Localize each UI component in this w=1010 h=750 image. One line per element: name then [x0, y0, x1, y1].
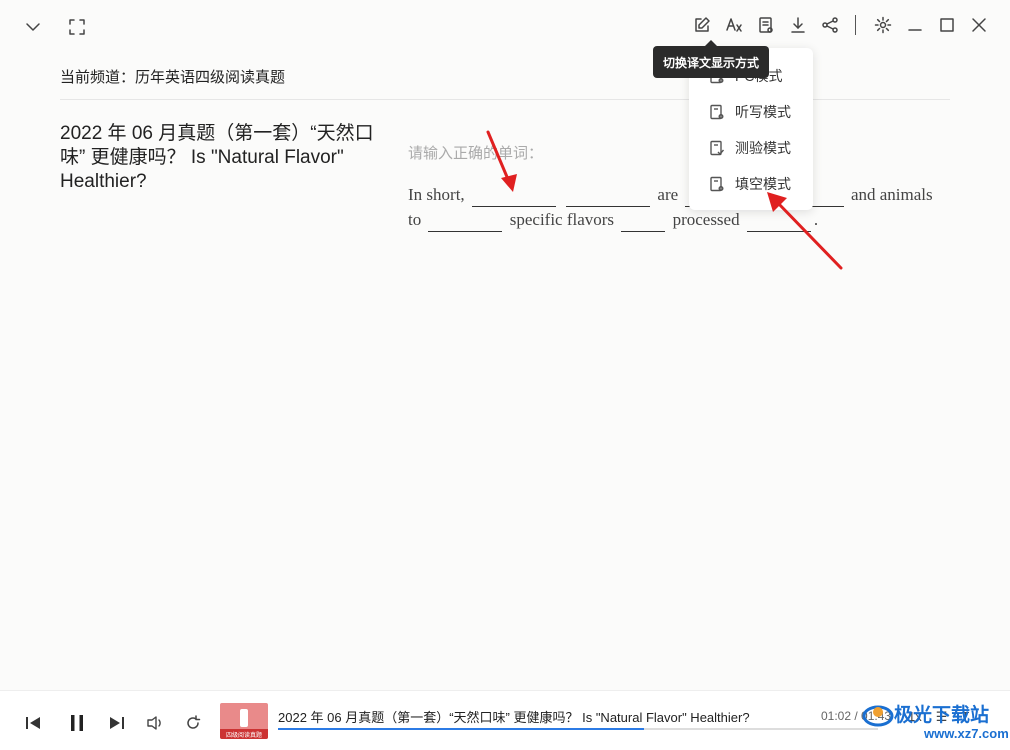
tooltip: 切换译文显示方式 [653, 40, 769, 78]
chevron-down-icon [26, 23, 40, 31]
collapse-button[interactable] [20, 14, 46, 40]
current-channel: 当前频道：历年英语四级阅读真题 [60, 69, 286, 86]
title-bar [0, 0, 1010, 50]
blank-input[interactable] [746, 212, 811, 232]
share-button[interactable] [817, 12, 843, 38]
close-icon [972, 18, 986, 32]
fullscreen-button[interactable] [64, 14, 90, 40]
menu-item-label: 测验模式 [735, 140, 791, 156]
skip-next-icon [110, 717, 124, 729]
volume-button[interactable] [142, 710, 168, 736]
maximize-button[interactable] [934, 12, 960, 38]
gear-icon [874, 16, 892, 34]
thumbnail-figure [240, 709, 248, 727]
pause-button[interactable] [64, 710, 90, 736]
doc-check-icon [710, 140, 725, 156]
mode-button[interactable] [753, 12, 779, 38]
menu-item-quiz-mode[interactable]: 测验模式 [689, 130, 813, 166]
header-divider [60, 99, 950, 100]
download-button[interactable] [785, 12, 811, 38]
mode-icon [759, 17, 773, 33]
edit-icon [695, 17, 710, 32]
menu-item-label: 听写模式 [735, 104, 791, 120]
close-button[interactable] [966, 12, 992, 38]
download-icon [791, 17, 805, 33]
watermark-url: www.xz7.com [924, 726, 1009, 741]
blank-input[interactable] [621, 212, 666, 232]
menu-item-label: 填空模式 [735, 176, 791, 192]
previous-button[interactable] [20, 710, 46, 736]
progress-fill [278, 728, 644, 730]
exercise-text: specific flavors [509, 210, 615, 229]
watermark-text: 极光下载站 [894, 705, 990, 726]
blank-input[interactable] [566, 187, 651, 207]
exercise-text: processed [672, 210, 740, 229]
repeat-icon [187, 715, 201, 729]
settings-button[interactable] [870, 12, 896, 38]
track-thumbnail[interactable]: 四级阅读真题 [220, 703, 268, 739]
exercise-text: and [850, 185, 876, 204]
thumbnail-caption: 四级阅读真题 [220, 729, 268, 739]
watermark-logo-icon [862, 705, 894, 727]
doc-icon [710, 176, 724, 192]
toolbar-divider [855, 15, 856, 35]
menu-item-cloze-mode[interactable]: 填空模式 [689, 166, 813, 202]
blank-input[interactable] [428, 212, 503, 232]
repeat-button[interactable] [180, 710, 206, 736]
cloze-exercise: In short, are and animals to specific fl… [408, 182, 948, 232]
blank-input[interactable] [471, 187, 556, 207]
next-button[interactable] [104, 710, 130, 736]
pause-icon [71, 715, 83, 731]
exercise-text: . [813, 210, 819, 229]
doc-icon [710, 104, 724, 120]
article-title: 2022 年 06 月真题（第一套）“天然口味” 更健康吗？ Is "Natur… [60, 123, 374, 192]
translate-icon [726, 18, 742, 32]
fullscreen-icon [69, 19, 85, 35]
exercise-text: In short, [408, 185, 465, 204]
exercise-prompt: 请输入正确的单词： [408, 145, 544, 162]
progress-bar[interactable] [278, 728, 878, 730]
translate-display-button[interactable] [721, 12, 747, 38]
edit-button[interactable] [689, 12, 715, 38]
minimize-icon [908, 29, 922, 31]
exercise-text: are [657, 185, 679, 204]
track-title: 2022 年 06 月真题（第一套）“天然口味” 更健康吗？ Is "Natur… [278, 710, 750, 725]
current-time: 01:02 [821, 709, 852, 723]
menu-item-dictation-mode[interactable]: 听写模式 [689, 94, 813, 130]
watermark: 极光下载站 www.xz7.com [858, 692, 1009, 748]
share-icon [822, 17, 838, 33]
volume-icon [147, 716, 161, 730]
skip-previous-icon [26, 717, 40, 729]
maximize-icon [940, 18, 954, 32]
minimize-button[interactable] [902, 12, 928, 38]
